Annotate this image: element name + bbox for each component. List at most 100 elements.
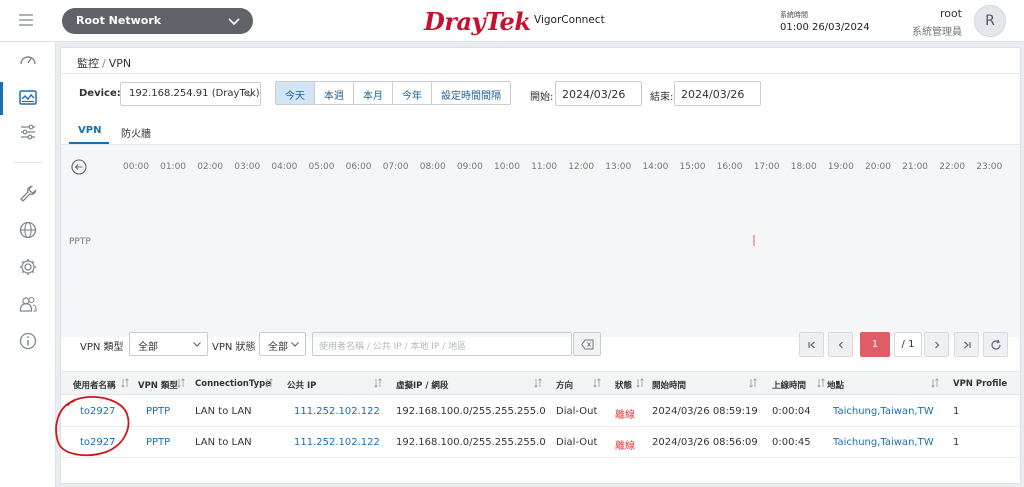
menu-icon[interactable] [19, 14, 33, 26]
col-location[interactable]: 地點 [827, 379, 844, 391]
wrench-icon[interactable] [18, 184, 38, 204]
cell-vpn-profile: 1 [953, 437, 960, 448]
draytek-logo: DrayTek [424, 7, 531, 36]
start-date-input[interactable]: 2024/03/26 [555, 81, 642, 106]
range-today-button[interactable]: 今天 [275, 81, 315, 105]
arrow-left-circle-icon[interactable] [71, 159, 87, 175]
monitor-icon[interactable] [18, 88, 38, 108]
status-badge: 離線 [615, 410, 635, 421]
cell-start-time: 2024/03/26 08:59:19 [652, 406, 758, 417]
cell-virtual-ip: 192.168.100.0/255.255.255.0 [396, 437, 546, 448]
timeline-hour-label: 00:00 [123, 162, 149, 172]
end-date-input[interactable]: 2024/03/26 [674, 81, 761, 106]
timeline-hour-label: 23:00 [976, 162, 1003, 172]
start-date-label: 開始: [530, 92, 554, 103]
cell-direction: Dial-Out [556, 437, 598, 448]
vpn-status-value: 全部 [268, 342, 288, 353]
vpn-type-value: 全部 [138, 342, 158, 353]
device-select[interactable]: 192.168.254.91 (DrayTek) [120, 82, 261, 106]
col-virtual-ip[interactable]: 虛擬IP / 網段 [396, 379, 448, 391]
sort-icon[interactable] [265, 378, 273, 388]
system-time: 01:00 26/03/2024 [780, 22, 870, 33]
sort-icon[interactable] [817, 378, 825, 388]
col-vpn-profile[interactable]: VPN Profile [953, 379, 1007, 389]
first-page-button[interactable] [799, 332, 824, 357]
range-custom-button[interactable]: 設定時間間隔 [432, 81, 511, 105]
col-public-ip[interactable]: 公共 IP [287, 379, 316, 391]
gauge-icon[interactable] [18, 50, 38, 70]
timeline-hour-label: 10:00 [494, 162, 520, 172]
breadcrumb-page: VPN [108, 57, 132, 70]
col-vpn-type[interactable]: VPN 類型 [138, 379, 178, 391]
vpn-type-select[interactable]: 全部 [129, 332, 208, 356]
range-week-button[interactable]: 本週 [315, 81, 354, 105]
cell-virtual-ip: 192.168.100.0/255.255.255.0 [396, 406, 546, 417]
col-user[interactable]: 使用者名稱 [73, 379, 116, 391]
sort-icon[interactable] [374, 378, 382, 388]
sliders-icon[interactable] [18, 122, 38, 142]
sort-icon[interactable] [636, 378, 644, 388]
table-row[interactable]: to2927 PPTP LAN to LAN 111.252.102.122 1… [61, 396, 1020, 427]
range-month-button[interactable]: 本月 [354, 81, 393, 105]
users-icon[interactable] [18, 294, 38, 314]
annotation-circle [55, 396, 130, 457]
sort-icon[interactable] [177, 378, 185, 388]
col-direction[interactable]: 方向 [556, 379, 573, 391]
timeline-hour-label: 21:00 [902, 162, 929, 172]
product-name: VigorConnect [534, 14, 605, 26]
breadcrumb-section[interactable]: 監控 [77, 57, 99, 70]
gear-icon[interactable] [18, 257, 38, 277]
col-status[interactable]: 狀態 [615, 379, 632, 391]
device-label: Device: [79, 88, 121, 99]
chevron-right-icon [935, 341, 940, 349]
tab-vpn[interactable]: VPN [78, 125, 101, 136]
breadcrumb-divider [61, 73, 1020, 74]
col-connection-type[interactable]: ConnectionType [195, 379, 271, 389]
sidebar-active-indicator [0, 82, 3, 115]
avatar[interactable]: R [974, 5, 1006, 37]
sort-icon[interactable] [534, 378, 542, 388]
device-select-value: 192.168.254.91 (DrayTek) [129, 88, 260, 99]
vpn-timeline: 00:00 01:00 02:00 03:00 04:00 05:00 06:00 07:00… [61, 145, 1020, 337]
range-year-button[interactable]: 今年 [393, 81, 432, 105]
sort-icon[interactable] [593, 378, 601, 388]
timeline-session-mark[interactable] [753, 235, 755, 246]
current-page-button[interactable]: 1 [860, 332, 890, 357]
info-icon[interactable] [18, 331, 38, 351]
cell-direction: Dial-Out [556, 406, 598, 417]
cell-location[interactable]: Taichung,Taiwan,TW [833, 437, 934, 448]
network-select[interactable]: Root Network [62, 8, 253, 34]
last-page-icon [964, 341, 971, 349]
timeline-hour-label: 03:00 [234, 162, 261, 172]
refresh-button[interactable] [983, 332, 1008, 357]
globe-icon[interactable] [18, 220, 38, 240]
search-input[interactable]: 使用者名稱 / 公共 IP / 本地 IP / 地區 [312, 332, 572, 356]
sort-icon[interactable] [749, 378, 757, 388]
user-name: root [939, 7, 962, 20]
timeline-row-label: PPTP [69, 237, 91, 247]
timeline-hour-label: 05:00 [308, 162, 335, 172]
timeline-hour-label: 13:00 [605, 162, 632, 172]
col-start-time[interactable]: 開始時間 [652, 379, 686, 391]
next-page-button[interactable] [924, 332, 949, 357]
table-row[interactable]: to2927 PPTP LAN to LAN 111.252.102.122 1… [61, 427, 1020, 458]
timeline-hour-label: 04:00 [271, 162, 298, 172]
sort-icon[interactable] [931, 378, 939, 388]
top-bar: Root Network DrayTek VigorConnect 系統時間 0… [0, 0, 1024, 42]
vpn-status-select[interactable]: 全部 [259, 332, 306, 356]
cell-uptime: 0:00:04 [772, 406, 811, 417]
cell-public-ip[interactable]: 111.252.102.122 [294, 406, 380, 417]
cell-public-ip[interactable]: 111.252.102.122 [294, 437, 380, 448]
vpn-status-label: VPN 狀態 [212, 342, 256, 353]
col-uptime[interactable]: 上線時間 [772, 379, 806, 391]
timeline-hour-label: 17:00 [753, 162, 780, 172]
tab-firewall[interactable]: 防火牆 [121, 125, 151, 140]
prev-page-button[interactable] [828, 332, 853, 357]
cell-start-time: 2024/03/26 08:56:09 [652, 437, 758, 448]
sort-icon[interactable] [121, 378, 129, 388]
cell-location[interactable]: Taichung,Taiwan,TW [833, 406, 934, 417]
last-page-button[interactable] [954, 332, 979, 357]
timeline-hour-label: 02:00 [197, 162, 224, 172]
cell-connection-type: LAN to LAN [195, 437, 252, 448]
clear-search-button[interactable] [573, 332, 601, 356]
